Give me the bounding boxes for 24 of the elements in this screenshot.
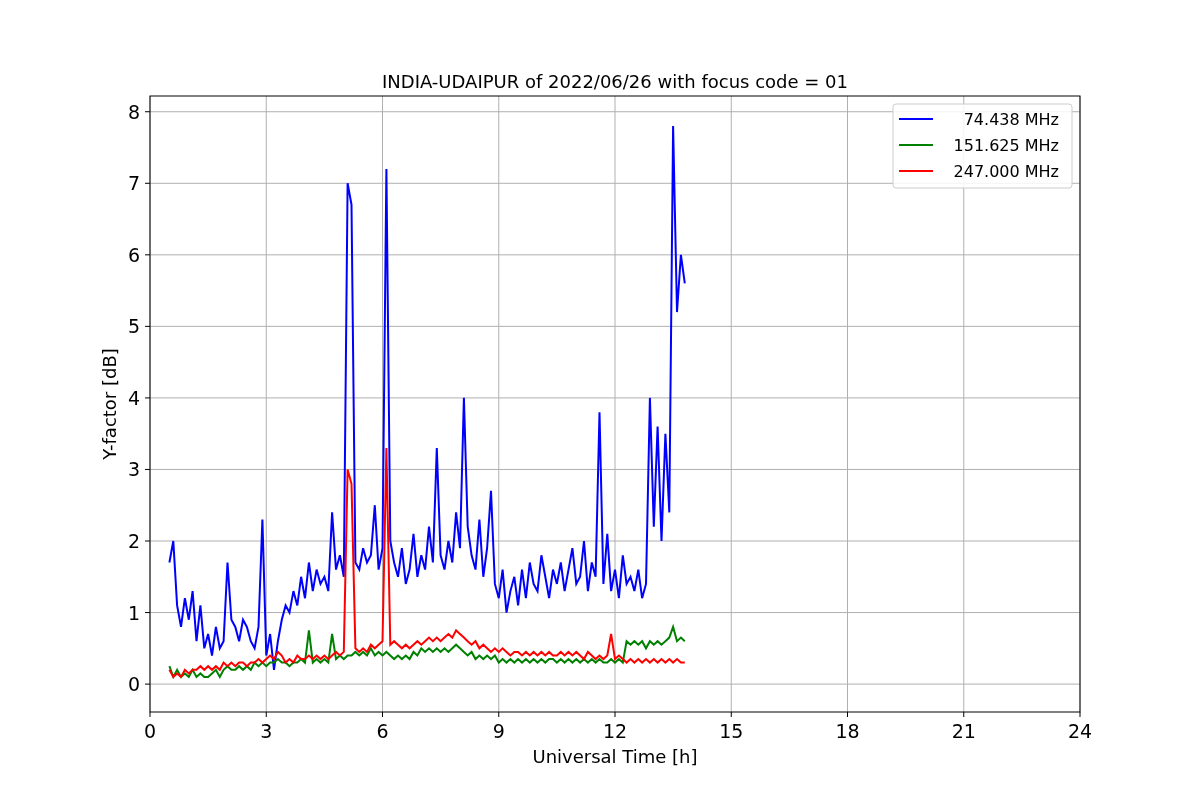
y-tick-label: 8 bbox=[127, 100, 140, 123]
y-axis-label: Y-factor [dB] bbox=[99, 348, 120, 460]
y-tick-label: 5 bbox=[127, 315, 140, 338]
legend-label: 74.438 MHz bbox=[963, 110, 1059, 129]
x-axis-label: Universal Time [h] bbox=[532, 746, 698, 767]
x-tick-label: 0 bbox=[143, 720, 157, 742]
chart-title: INDIA-UDAIPUR of 2022/06/26 with focus code = 01 bbox=[382, 71, 848, 92]
y-tick-label: 1 bbox=[127, 601, 140, 624]
y-tick-label: 7 bbox=[127, 172, 140, 195]
y-tick-label: 0 bbox=[127, 673, 140, 696]
y-tick-label: 6 bbox=[127, 243, 140, 266]
x-tick-label: 12 bbox=[602, 720, 628, 742]
y-tick-label: 2 bbox=[127, 530, 140, 552]
x-tick-label: 6 bbox=[376, 720, 389, 742]
x-tick-label: 24 bbox=[1067, 720, 1093, 742]
x-tick-label: 21 bbox=[951, 720, 976, 742]
x-tick-label: 9 bbox=[492, 720, 505, 742]
x-tick-label: 3 bbox=[260, 720, 273, 742]
x-tick-label: 18 bbox=[835, 720, 860, 742]
y-tick-label: 3 bbox=[127, 458, 140, 481]
y-tick-label: 4 bbox=[127, 386, 140, 409]
legend-label: 247.000 MHz bbox=[953, 162, 1059, 181]
legend-label: 151.625 MHz bbox=[953, 136, 1059, 155]
x-tick-label: 15 bbox=[719, 720, 744, 742]
